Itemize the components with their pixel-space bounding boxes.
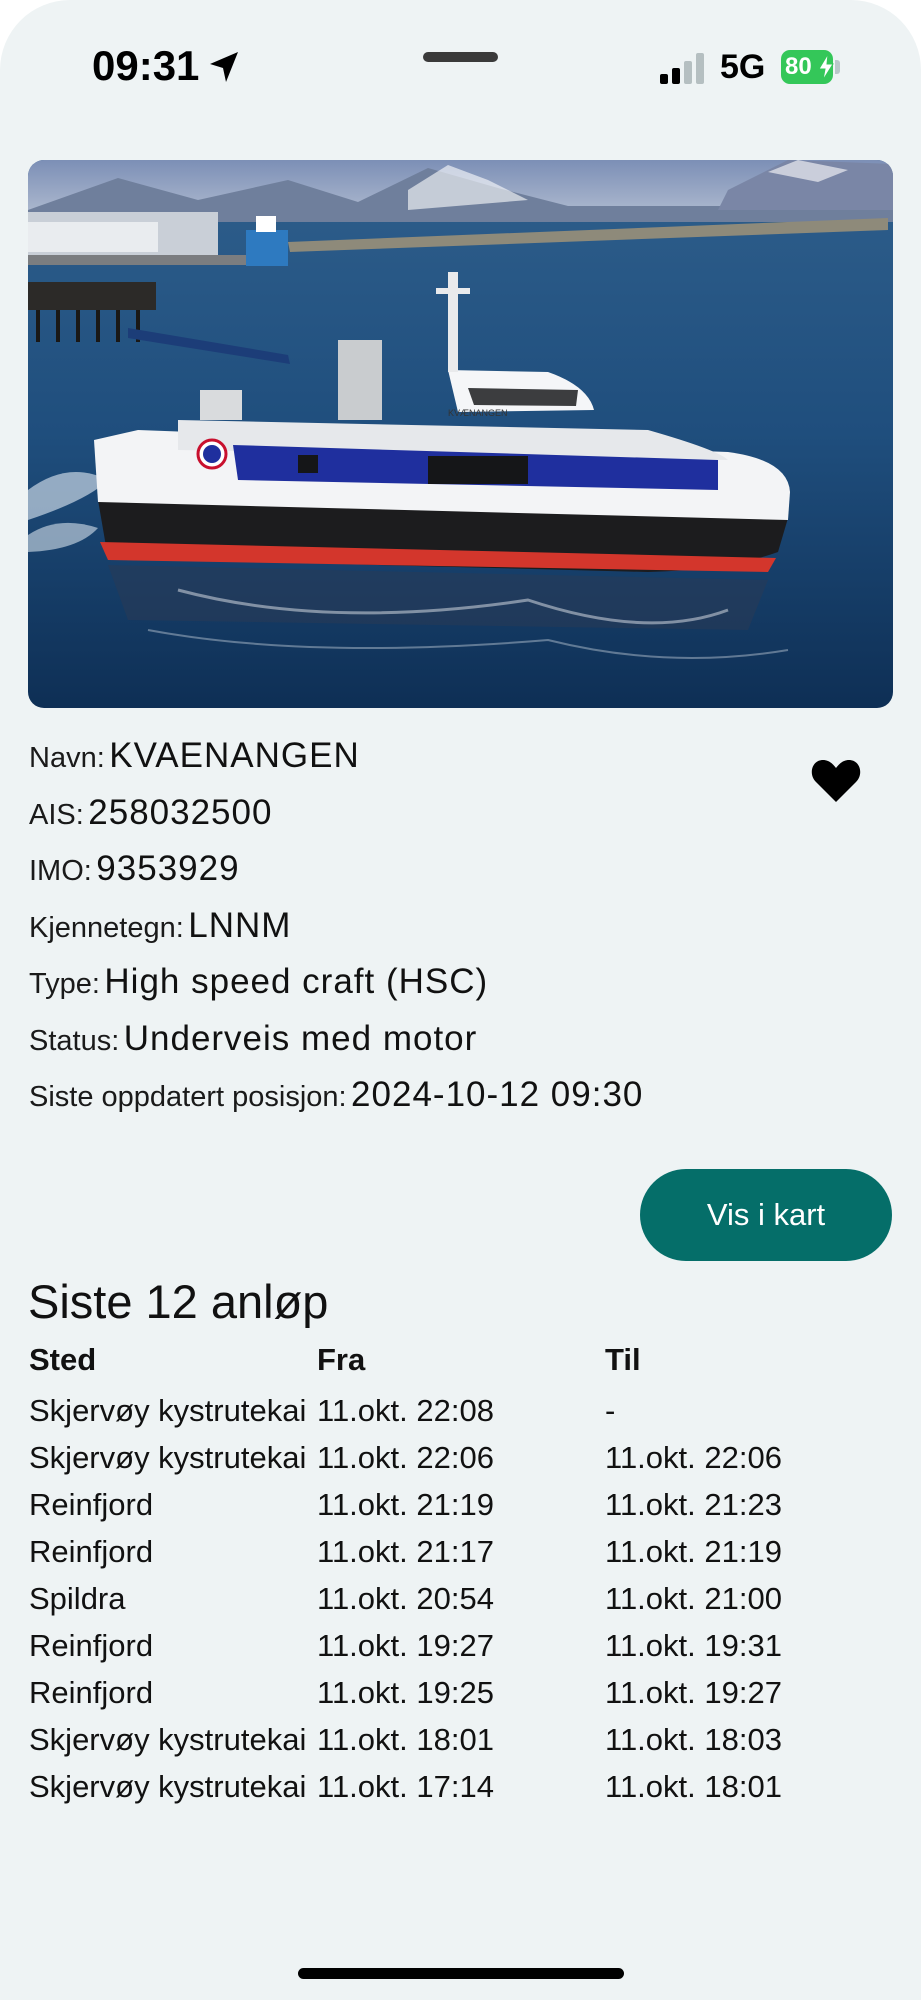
cell-to: 11.okt. 22:06	[605, 1440, 782, 1475]
info-row-status: Status: Underveis med motor	[29, 1011, 809, 1068]
cellular-signal-icon	[660, 52, 708, 84]
info-value: 9353929	[96, 849, 240, 888]
cell-from: 11.okt. 22:08	[317, 1393, 494, 1428]
info-label: Type:	[29, 968, 100, 1000]
favorite-heart-icon[interactable]	[810, 756, 862, 804]
info-value: High speed craft (HSC)	[104, 962, 489, 1001]
cell-from: 11.okt. 17:14	[317, 1769, 494, 1804]
cell-to: 11.okt. 21:00	[605, 1581, 782, 1616]
cell-place: Reinfjord	[29, 1675, 154, 1710]
info-value: Underveis med motor	[123, 1018, 478, 1058]
cell-place: Reinfjord	[29, 1534, 154, 1569]
table-row: Skjervøy kystrutekai 11.okt. 18:01 11.ok…	[29, 1716, 889, 1763]
cell-place: Spildra	[29, 1581, 126, 1616]
cell-place: Reinfjord	[29, 1487, 154, 1522]
info-row-imo: IMO: 9353929	[29, 841, 809, 898]
cell-to: 11.okt. 19:27	[605, 1675, 782, 1710]
column-header-from: Fra	[317, 1342, 366, 1377]
cell-to: 11.okt. 18:01	[605, 1769, 782, 1804]
table-header-row: Sted Fra Til	[29, 1340, 889, 1387]
vessel-photo-illustration: KVÆNANGEN	[28, 160, 893, 708]
column-header-to: Til	[605, 1342, 641, 1377]
cell-to: 11.okt. 18:03	[605, 1722, 782, 1757]
location-arrow-icon	[210, 52, 238, 82]
cell-place: Reinfjord	[29, 1628, 154, 1663]
info-row-last-position: Siste oppdatert posisjon: 2024-10-12 09:…	[29, 1067, 809, 1124]
cell-from: 11.okt. 22:06	[317, 1440, 494, 1475]
phone-screen: 09:31 5G 80 KVÆNANGEN Navn: KVAENANGEN A…	[0, 0, 921, 2000]
cell-to: -	[605, 1393, 616, 1428]
info-label: IMO:	[29, 855, 92, 887]
port-calls-table: Sted Fra Til Skjervøy kystrutekai 11.okt…	[29, 1340, 889, 1968]
table-row: Skjervøy kystrutekai 11.okt. 22:06 11.ok…	[29, 1434, 889, 1481]
cell-from: 11.okt. 20:54	[317, 1581, 494, 1616]
info-label: Navn:	[29, 742, 105, 774]
cell-from: 11.okt. 21:19	[317, 1487, 494, 1522]
cell-to: 11.okt. 21:23	[605, 1487, 782, 1522]
table-row: Reinfjord 11.okt. 21:17 11.okt. 21:19	[29, 1528, 889, 1575]
port-calls-title: Siste 12 anløp	[28, 1275, 329, 1328]
vessel-photo-name: KVÆNANGEN	[448, 408, 508, 418]
table-row: Skjervøy kystrutekai 11.okt. 22:08 -	[29, 1387, 889, 1434]
info-label: Kjennetegn:	[29, 911, 184, 944]
cell-from: 11.okt. 18:01	[317, 1722, 494, 1757]
info-value: LNNM	[188, 905, 292, 945]
status-time: 09:31	[92, 42, 200, 89]
cell-place: Skjervøy kystrutekai	[29, 1769, 307, 1804]
home-indicator[interactable]	[298, 1968, 624, 1979]
charging-bolt-icon	[818, 53, 834, 81]
vessel-photo: KVÆNANGEN	[28, 160, 893, 708]
table-row: Spildra 11.okt. 20:54 11.okt. 21:00	[29, 1575, 889, 1622]
info-row-callsign: Kjennetegn: LNNM	[29, 898, 809, 955]
table-row: Skjervøy kystrutekai 11.okt. 17:14 11.ok…	[29, 1763, 889, 1810]
info-row-name: Navn: KVAENANGEN	[29, 728, 809, 785]
column-header-place: Sted	[29, 1342, 97, 1377]
cell-from: 11.okt. 21:17	[317, 1534, 494, 1569]
info-label: AIS:	[29, 798, 84, 831]
info-value: 258032500	[88, 792, 273, 832]
cell-from: 11.okt. 19:25	[317, 1675, 494, 1710]
network-type: 5G	[720, 48, 766, 86]
vessel-info: Navn: KVAENANGEN AIS: 258032500 IMO: 935…	[29, 728, 809, 1124]
info-value: 2024-10-12 09:30	[351, 1075, 644, 1114]
table-row: Reinfjord 11.okt. 21:19 11.okt. 21:23	[29, 1481, 889, 1528]
info-row-type: Type: High speed craft (HSC)	[29, 954, 809, 1011]
info-label: Status:	[29, 1024, 120, 1057]
table-row: Reinfjord 11.okt. 19:27 11.okt. 19:31	[29, 1622, 889, 1669]
info-value: KVAENANGEN	[109, 736, 360, 775]
cell-place: Skjervøy kystrutekai	[29, 1393, 307, 1428]
info-label: Siste oppdatert posisjon:	[29, 1081, 347, 1113]
cell-to: 11.okt. 19:31	[605, 1628, 782, 1663]
cell-from: 11.okt. 19:27	[317, 1628, 494, 1663]
table-row: Reinfjord 11.okt. 19:25 11.okt. 19:27	[29, 1669, 889, 1716]
cell-place: Skjervøy kystrutekai	[29, 1722, 307, 1757]
battery-tip	[835, 60, 840, 74]
dynamic-island-handle	[423, 52, 498, 62]
show-in-map-button[interactable]: Vis i kart	[640, 1169, 892, 1261]
cell-place: Skjervøy kystrutekai	[29, 1440, 307, 1475]
cell-to: 11.okt. 21:19	[605, 1534, 782, 1569]
info-row-ais: AIS: 258032500	[29, 785, 809, 842]
status-bar: 09:31 5G 80	[0, 0, 921, 140]
